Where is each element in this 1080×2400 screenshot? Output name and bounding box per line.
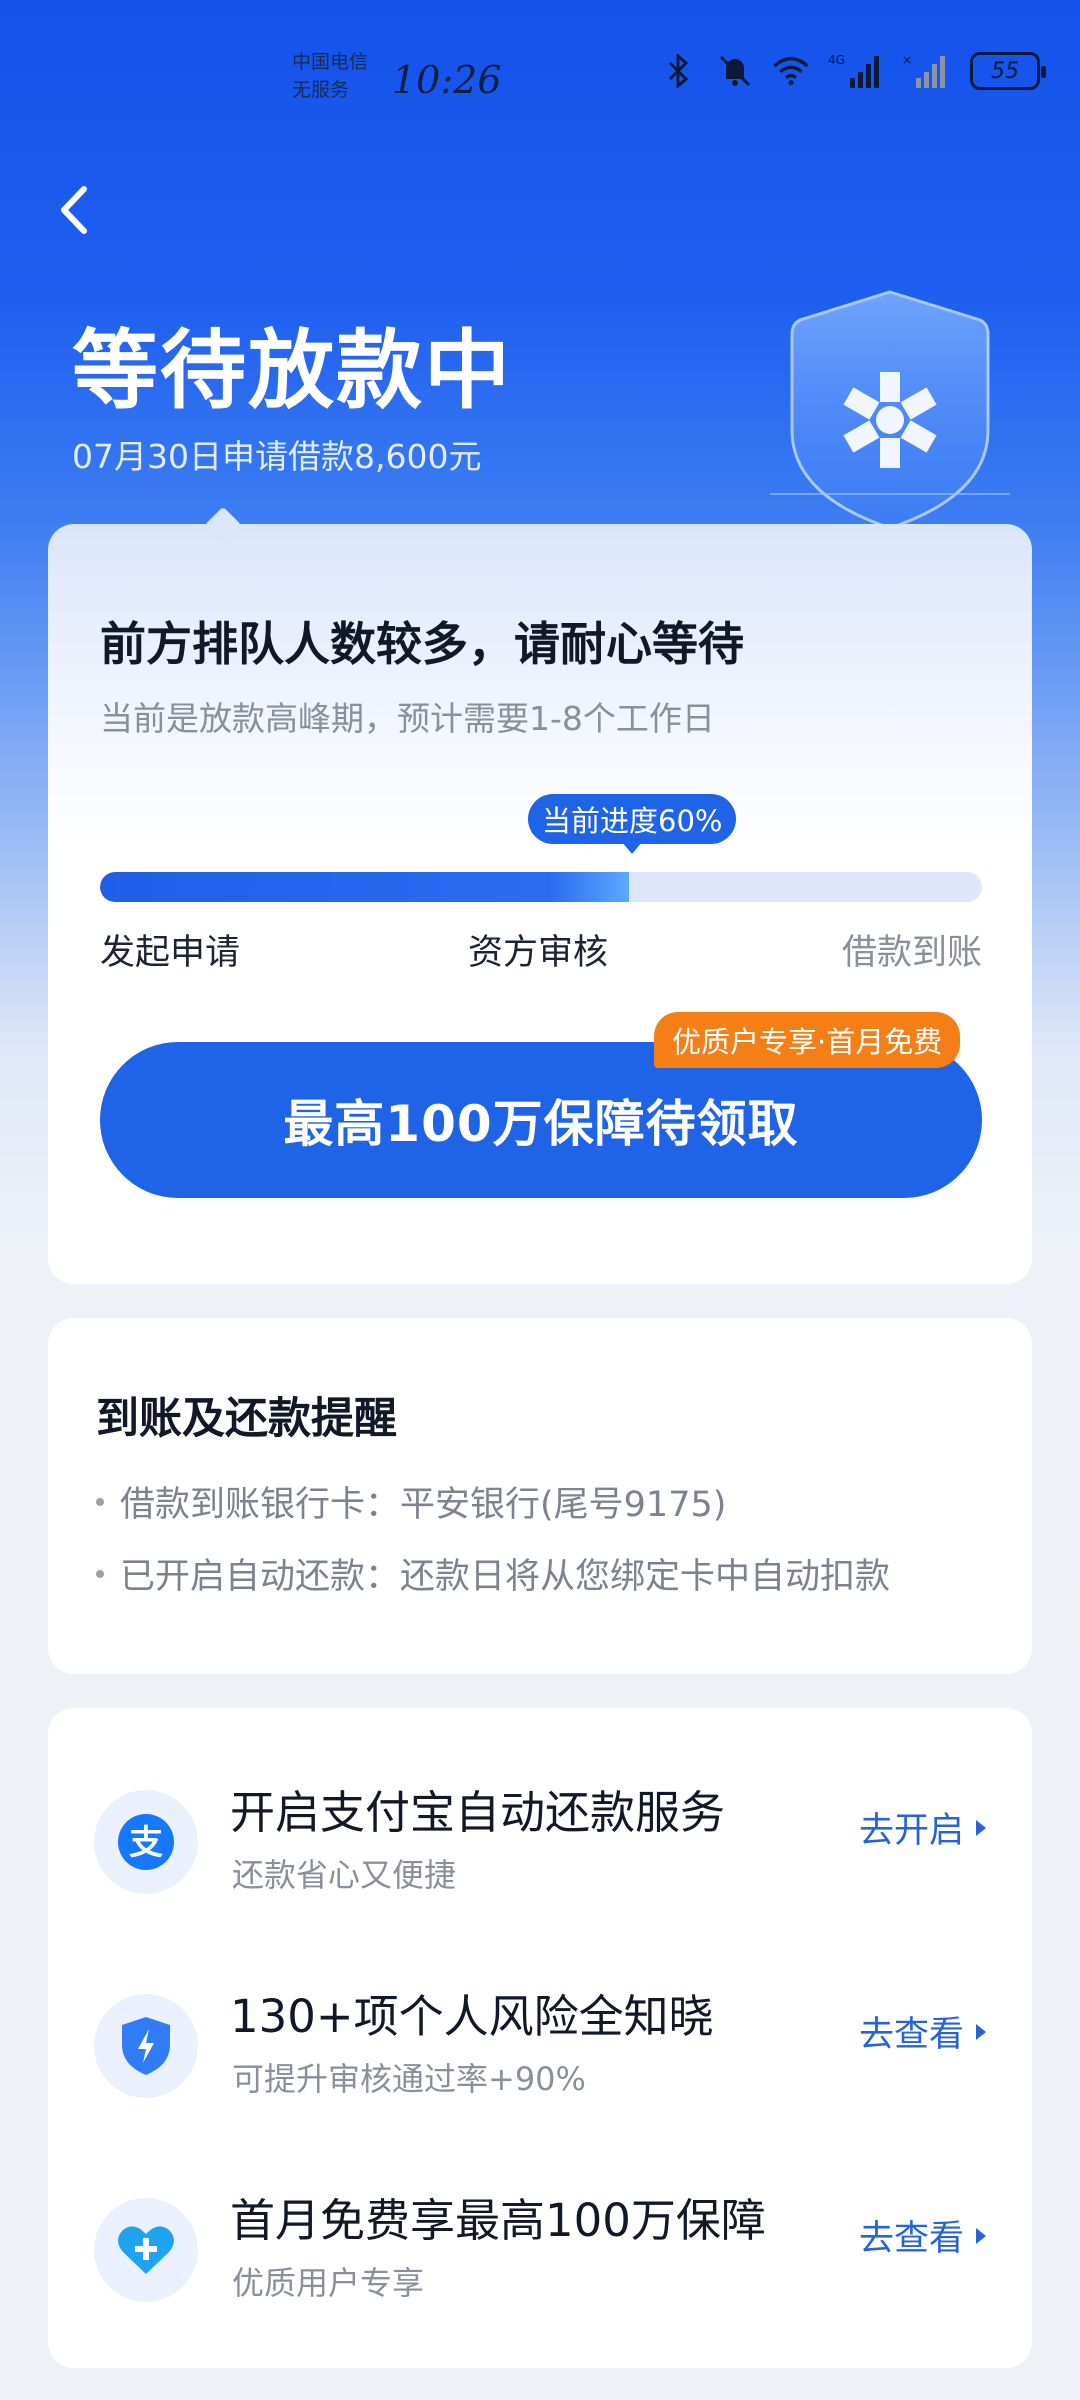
status-time: 10:26: [392, 58, 502, 102]
promo-tag: 优质户专享·首月免费: [654, 1012, 961, 1068]
reminder-card: 到账及还款提醒 借款到账银行卡：平安银行(尾号9175) 已开启自动还款：还款日…: [48, 1318, 1032, 1674]
signal-empty-icon: ×: [902, 52, 952, 90]
action-label: 去查看: [858, 2219, 964, 2259]
wifi-icon: [772, 52, 810, 90]
service-title: 首月免费享最高100万保障: [230, 2194, 766, 2247]
card-pointer: [204, 506, 242, 544]
queue-notice-title: 前方排队人数较多，请耐心等待: [100, 617, 744, 671]
bullet-icon: [96, 1497, 104, 1506]
reminder-title: 到账及还款提醒: [96, 1394, 397, 1444]
status-bar: 中国电信 无服务 10:26 4G × 55: [0, 0, 1080, 150]
reminder-text: 借款到账银行卡：平安银行(尾号9175): [120, 1485, 727, 1525]
bullet-icon: [96, 1569, 104, 1578]
alipay-icon: 支: [94, 1790, 198, 1894]
status-icons: 4G × 55: [660, 52, 1046, 90]
step-review: 资方审核: [468, 933, 609, 973]
reminder-item-autopay: 已开启自动还款：还款日将从您绑定卡中自动扣款: [96, 1548, 890, 1599]
loan-progress-card: 前方排队人数较多，请耐心等待 当前是放款高峰期，预计需要1-8个工作日 当前进度…: [48, 506, 1032, 1284]
service-title: 130+项个人风险全知晓: [230, 1990, 714, 2043]
step-disbursed: 借款到账: [841, 933, 982, 973]
caret-right-icon: [976, 2227, 986, 2244]
mute-icon: [716, 52, 754, 90]
service-item-risk-report[interactable]: 130+项个人风险全知晓 可提升审核通过率+90% 去查看: [48, 1980, 1032, 2120]
progress-badge: 当前进度60%: [528, 794, 737, 854]
carrier-name: 中国电信: [292, 51, 369, 73]
battery-icon: 55: [970, 52, 1046, 90]
queue-notice-subtitle: 当前是放款高峰期，预计需要1-8个工作日: [100, 699, 715, 738]
service-item-alipay-autopay[interactable]: 支 开启支付宝自动还款服务 还款省心又便捷 去开启: [48, 1776, 1032, 1916]
reminder-text: 已开启自动还款：还款日将从您绑定卡中自动扣款: [120, 1557, 891, 1597]
service-item-protection[interactable]: 首月免费享最高100万保障 优质用户专享 去查看: [48, 2184, 1032, 2324]
svg-text:×: ×: [902, 53, 912, 67]
progress-track: [100, 872, 982, 902]
action-label: 去开启: [858, 1811, 964, 1851]
heart-plus-icon: [94, 2198, 198, 2302]
view-protection-link[interactable]: 去查看: [859, 2210, 986, 2261]
page-title: 等待放款中: [72, 321, 512, 421]
carrier-service: 无服务: [292, 79, 350, 101]
bank-shield-illustration: [770, 290, 1010, 530]
progress-fill: [100, 872, 630, 902]
caret-right-icon: [976, 2023, 986, 2040]
service-subtitle: 还款省心又便捷: [232, 1856, 457, 1894]
service-subtitle: 可提升审核通过率+90%: [232, 2060, 586, 2098]
shield-lightning-icon: [94, 1994, 198, 2098]
action-label: 去查看: [858, 2015, 964, 2055]
service-title: 开启支付宝自动还款服务: [230, 1786, 726, 1839]
signal-4g-icon: 4G: [828, 52, 884, 90]
svg-text:支: 支: [129, 1823, 163, 1863]
services-card: 支 开启支付宝自动还款服务 还款省心又便捷 去开启 130+项个人风险全知晓 可…: [48, 1708, 1032, 2368]
bluetooth-icon: [660, 52, 698, 90]
service-subtitle: 优质用户专享: [232, 2264, 425, 2302]
back-button[interactable]: [44, 180, 104, 240]
chevron-left-icon: [61, 186, 87, 234]
reminder-item-bank-card: 借款到账银行卡：平安银行(尾号9175): [96, 1476, 726, 1527]
svg-text:4G: 4G: [828, 53, 845, 67]
view-risk-link[interactable]: 去查看: [859, 2006, 986, 2057]
enable-autopay-link[interactable]: 去开启: [859, 1802, 986, 1853]
caret-right-icon: [976, 1819, 986, 1836]
loan-application-summary: 07月30日申请借款8,600元: [72, 437, 482, 476]
step-apply: 发起申请: [100, 933, 241, 973]
carrier-info: 中国电信 无服务: [292, 48, 368, 104]
